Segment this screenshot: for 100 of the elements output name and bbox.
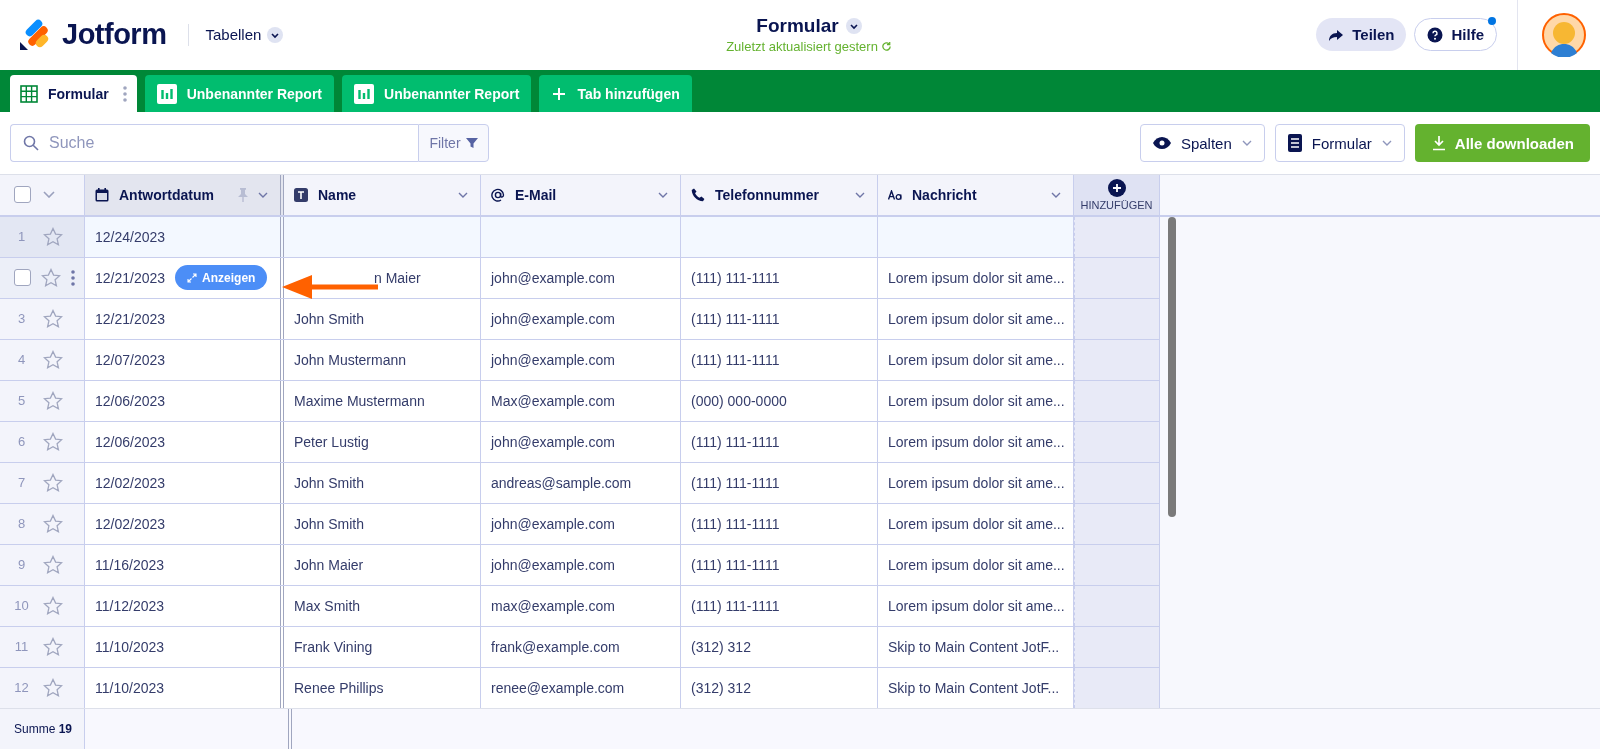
column-header[interactable]: E-Mail bbox=[481, 175, 681, 215]
table-cell: john@example.com bbox=[491, 311, 615, 327]
table-row[interactable]: 5 12/06/2023 Maxime Mustermann Max@example.com (000) 000-0000 Lorem ipsum dolor sit ame... bbox=[0, 381, 1160, 422]
caret-icon[interactable] bbox=[1051, 192, 1061, 198]
help-icon bbox=[1427, 26, 1444, 43]
column-header[interactable]: Telefonnummer bbox=[681, 175, 878, 215]
table-cell: Lorem ipsum dolor sit ame... bbox=[888, 270, 1065, 286]
last-updated-text: Zuletzt aktualisiert gestern bbox=[726, 39, 878, 55]
caret-icon[interactable] bbox=[855, 192, 865, 198]
star-icon[interactable] bbox=[43, 227, 63, 247]
scrollbar[interactable] bbox=[1168, 217, 1176, 517]
table-cell: (111) 111-1111 bbox=[691, 516, 780, 532]
more-icon[interactable] bbox=[122, 84, 127, 103]
table-row[interactable]: 7 12/02/2023 John Smith andreas@sample.com (111) 111-1111 Lorem ipsum dolor sit ame... bbox=[0, 463, 1160, 504]
add-column-button[interactable]: HINZUFÜGEN bbox=[1074, 175, 1160, 215]
table-row[interactable]: 4 12/07/2023 John Mustermann john@example.com (111) 111-1111 Lorem ipsum dolor sit ame... bbox=[0, 340, 1160, 381]
table-cell: john@example.com bbox=[491, 557, 615, 573]
caret-icon[interactable] bbox=[458, 192, 468, 198]
avatar[interactable] bbox=[1542, 12, 1586, 57]
star-icon[interactable] bbox=[43, 391, 63, 411]
column-title: Antwortdatum bbox=[119, 187, 215, 203]
pin-icon[interactable] bbox=[238, 188, 248, 202]
star-icon[interactable] bbox=[43, 514, 63, 534]
row-checkbox[interactable] bbox=[14, 269, 31, 287]
caret-icon[interactable] bbox=[258, 192, 268, 198]
table-cell: john@example.com bbox=[491, 352, 615, 368]
star-icon[interactable] bbox=[43, 432, 63, 452]
star-icon[interactable] bbox=[43, 309, 63, 329]
table-cell: (111) 111-1111 bbox=[691, 557, 780, 573]
at-sign-icon bbox=[491, 188, 505, 202]
form-dropdown[interactable]: Formular bbox=[1274, 124, 1405, 163]
caret-icon[interactable] bbox=[43, 191, 55, 199]
star-icon[interactable] bbox=[43, 678, 63, 698]
row-number: 11 bbox=[14, 639, 29, 655]
caret-icon[interactable] bbox=[658, 192, 668, 198]
table-row[interactable]: 3 12/21/2023 John Smith john@example.com (111) 111-1111 Lorem ipsum dolor sit ame... bbox=[0, 299, 1160, 340]
table-cell: frank@example.com bbox=[491, 639, 620, 655]
table-cell: Lorem ipsum dolor sit ame... bbox=[888, 311, 1065, 327]
star-icon[interactable] bbox=[41, 268, 61, 288]
column-title: Nachricht bbox=[912, 187, 978, 203]
table-cell: John Mustermann bbox=[294, 352, 407, 368]
filter-button[interactable]: Filter bbox=[418, 124, 489, 163]
table-cell: Lorem ipsum dolor sit ame... bbox=[888, 557, 1065, 573]
table-row[interactable]: 8 12/02/2023 John Smith john@example.com (111) 111-1111 Lorem ipsum dolor sit ame... bbox=[0, 504, 1160, 545]
table-row[interactable]: 9 11/16/2023 John Maier john@example.com (111) 111-1111 Lorem ipsum dolor sit ame... bbox=[0, 545, 1160, 586]
table-cell: (111) 111-1111 bbox=[691, 311, 780, 327]
column-title: E-Mail bbox=[515, 187, 558, 203]
star-icon[interactable] bbox=[43, 637, 63, 657]
table-row[interactable]: 6 12/06/2023 Peter Lustig john@example.com (111) 111-1111 Lorem ipsum dolor sit ame... bbox=[0, 422, 1160, 463]
eye-icon bbox=[1152, 137, 1171, 150]
row-number: 6 bbox=[16, 434, 27, 450]
tables-dropdown[interactable]: Tabellen bbox=[205, 26, 284, 44]
table-cell: Lorem ipsum dolor sit ame... bbox=[888, 393, 1065, 409]
search-icon bbox=[23, 135, 39, 152]
share-button[interactable]: Teilen bbox=[1316, 18, 1407, 52]
row-number: 4 bbox=[16, 352, 27, 368]
star-icon[interactable] bbox=[43, 596, 63, 616]
table-cell: (111) 111-1111 bbox=[691, 598, 780, 614]
table-cell: andreas@sample.com bbox=[491, 475, 632, 491]
column-header[interactable]: Antwortdatum bbox=[85, 175, 284, 215]
star-icon[interactable] bbox=[43, 350, 63, 370]
help-button[interactable]: Hilfe bbox=[1414, 18, 1497, 52]
table-cell: 12/21/2023 bbox=[95, 311, 166, 327]
table-cell: 11/10/2023 bbox=[95, 680, 165, 696]
column-header[interactable]: Nachricht bbox=[878, 175, 1074, 215]
table-cell: john@example.com bbox=[491, 270, 615, 286]
form-title-dropdown[interactable]: Formular bbox=[756, 15, 862, 38]
search-field[interactable]: Suche bbox=[10, 124, 418, 163]
table-cell: Skip to Main Content JotF... bbox=[888, 639, 1060, 655]
bar-chart-icon bbox=[156, 83, 177, 104]
star-icon[interactable] bbox=[43, 555, 63, 575]
more-icon[interactable] bbox=[71, 270, 75, 286]
caret-icon bbox=[1241, 140, 1252, 147]
logo-text: Jotform bbox=[62, 18, 167, 52]
download-icon bbox=[1430, 135, 1447, 152]
text-field-icon bbox=[294, 188, 308, 202]
table-row[interactable]: 12/21/2023 Anzeigen n Maier john@example.com (111) 111-1111 Lorem ipsum dolor sit ame... bbox=[0, 258, 1160, 299]
table-cell: max@example.com bbox=[491, 598, 615, 614]
table-cell: Maxime Mustermann bbox=[294, 393, 425, 409]
table-cell: 11/10/2023 bbox=[95, 639, 165, 655]
table-cell: 12/24/2023 bbox=[95, 229, 166, 245]
table-row[interactable]: 12 11/10/2023 Renee Phillips renee@example.com (312) 312 Skip to Main Content JotF... bbox=[0, 668, 1160, 708]
row-number: 7 bbox=[16, 475, 27, 491]
table-cell: (111) 111-1111 bbox=[691, 270, 780, 286]
columns-dropdown[interactable]: Spalten bbox=[1139, 124, 1265, 163]
refresh-icon bbox=[880, 41, 892, 53]
column-title: Name bbox=[318, 187, 358, 203]
row-number: 12 bbox=[14, 680, 29, 696]
table-cell: john@example.com bbox=[491, 516, 615, 532]
table-row[interactable]: 1 12/24/2023 bbox=[0, 217, 1160, 258]
font-icon bbox=[888, 190, 902, 200]
table-cell: Max@example.com bbox=[491, 393, 615, 409]
table-row[interactable]: 11 11/10/2023 Frank Vining frank@example.com (312) 312 Skip to Main Content JotF... bbox=[0, 627, 1160, 668]
table-cell: 12/21/2023 bbox=[95, 270, 166, 286]
table-cell: 12/02/2023 bbox=[95, 516, 166, 532]
table-row[interactable]: 10 11/12/2023 Max Smith max@example.com (111) 111-1111 Lorem ipsum dolor sit ame... bbox=[0, 586, 1160, 627]
select-all-checkbox[interactable] bbox=[14, 186, 31, 204]
tab[interactable]: Formular bbox=[10, 75, 137, 113]
column-header[interactable]: Name bbox=[284, 175, 481, 215]
star-icon[interactable] bbox=[43, 473, 63, 493]
